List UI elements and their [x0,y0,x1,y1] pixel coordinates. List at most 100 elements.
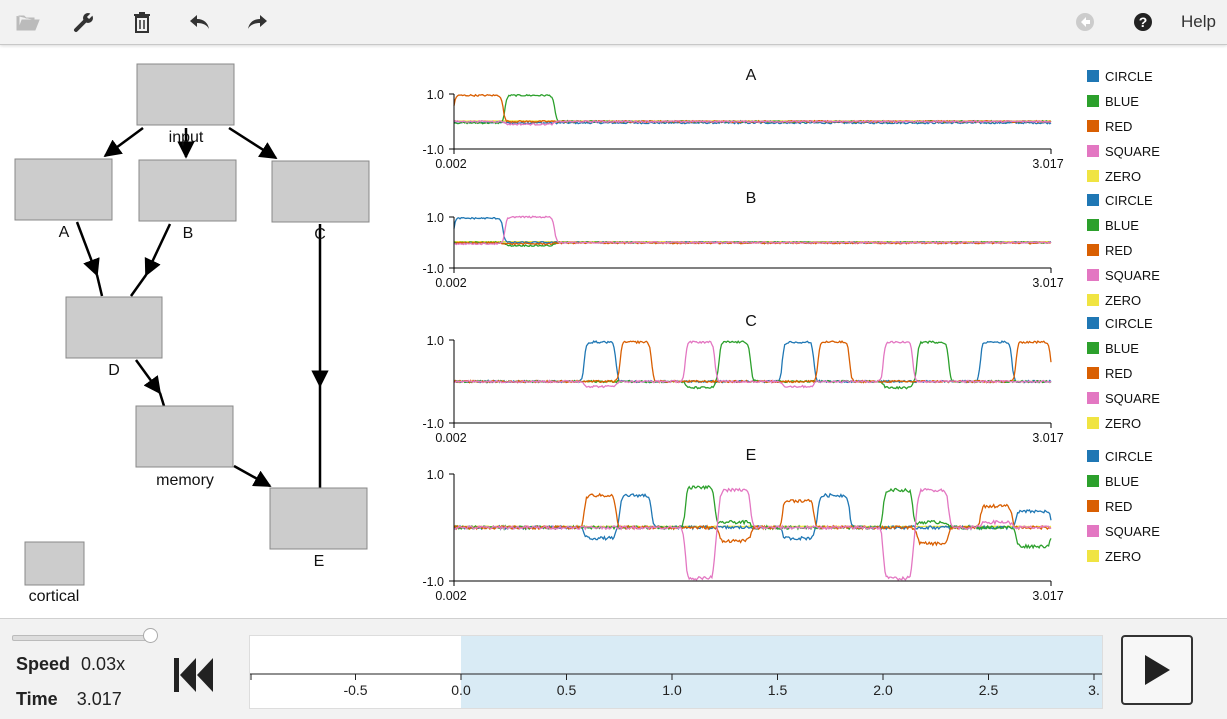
y-tick-label: 1.0 [427,468,444,482]
legend-swatch-red [1087,367,1099,379]
time-value: 3.017 [77,689,122,709]
node-E[interactable] [270,488,367,549]
node-memory[interactable] [136,406,233,467]
back-button[interactable] [1068,6,1102,38]
legend-swatch-circle [1087,317,1099,329]
help-button[interactable]: ? [1126,6,1160,38]
timeline[interactable]: -0.50.00.51.01.52.02.53. [249,635,1103,709]
legend-swatch-square [1087,145,1099,157]
series-line-circle [454,218,1051,244]
skip-to-start-icon [172,655,216,695]
config-button[interactable] [67,6,101,38]
node-label-E: E [314,553,325,570]
series-line-blue [454,95,1051,124]
charts-panel: A1.0-1.00.0023.017CIRCLEBLUEREDSQUAREZER… [422,67,1160,603]
node-D[interactable] [66,297,162,358]
legend-label-red: RED [1105,366,1132,381]
node-label-input: input [169,129,204,146]
x-tick-label: 3.017 [1032,589,1063,603]
undo-button[interactable] [183,6,217,38]
legend-label-circle: CIRCLE [1105,193,1153,208]
help-link[interactable]: Help [1181,12,1216,32]
legend-swatch-blue [1087,219,1099,231]
legend-swatch-zero [1087,170,1099,182]
legend-swatch-zero [1087,417,1099,429]
open-file-button[interactable] [11,6,45,38]
legend-label-blue: BLUE [1105,218,1139,233]
wrench-icon [73,11,95,33]
y-tick-label: -1.0 [422,143,444,157]
timeline-tick-label: 1.5 [768,682,788,698]
edge-A-D-tail [97,275,102,296]
svg-text:?: ? [1139,14,1148,30]
legend-swatch-blue [1087,95,1099,107]
node-input[interactable] [137,64,234,125]
toolbar: ? Help [0,0,1227,45]
chart-title: A [746,67,757,84]
edge-input-C [229,128,276,158]
legend-swatch-square [1087,525,1099,537]
x-tick-label: 0.002 [435,589,466,603]
node-A[interactable] [15,159,112,220]
timeline-tick-label: 1.0 [662,682,682,698]
speed-slider-thumb[interactable] [143,628,158,643]
series-line-square [454,341,1051,387]
node-label-A: A [59,224,70,241]
legend-swatch-zero [1087,550,1099,562]
chart-title: B [746,190,757,207]
play-button[interactable] [1121,635,1193,705]
y-tick-label: -1.0 [422,575,444,589]
y-tick-label: 1.0 [427,88,444,102]
timeline-tick-label: 3. [1088,682,1100,698]
x-tick-label: 0.002 [435,276,466,290]
back-circle-icon [1075,12,1095,32]
legend-label-zero: ZERO [1105,293,1141,308]
chart-A: A1.0-1.00.0023.017CIRCLEBLUEREDSQUAREZER… [422,67,1160,184]
speed-readout: Speed 0.03x [16,654,125,675]
legend-label-blue: BLUE [1105,474,1139,489]
edge-B-D [146,224,170,275]
legend-label-square: SQUARE [1105,524,1160,539]
speed-slider-track[interactable] [12,635,154,641]
legend-swatch-circle [1087,450,1099,462]
timeline-tick-label: 2.0 [873,682,893,698]
node-B[interactable] [139,160,236,221]
node-C[interactable] [272,161,369,222]
chart-title: E [746,447,757,464]
legend-label-square: SQUARE [1105,144,1160,159]
legend-label-blue: BLUE [1105,341,1139,356]
legend-label-zero: ZERO [1105,416,1141,431]
x-tick-label: 3.017 [1032,276,1063,290]
y-tick-label: 1.0 [427,211,444,225]
chart-B: B1.0-1.00.0023.017CIRCLEBLUEREDSQUAREZER… [422,190,1160,308]
delete-button[interactable] [125,6,159,38]
x-tick-label: 0.002 [435,157,466,171]
main-canvas: inputABCDmemoryEcortical A1.0-1.00.0023.… [0,46,1227,618]
legend-swatch-circle [1087,70,1099,82]
edge-B-D-tail [131,275,146,296]
node-label-B: B [183,225,194,242]
legend-label-red: RED [1105,499,1132,514]
redo-button[interactable] [240,6,274,38]
legend-label-circle: CIRCLE [1105,316,1153,331]
edge-memory-E [234,466,270,486]
node-cortical[interactable] [25,542,84,585]
playback-controls: Speed 0.03x Time 3.017 -0.50.00.51.01.52… [0,618,1227,719]
legend-swatch-red [1087,120,1099,132]
folder-open-icon [16,12,40,32]
edge-D-memory-tail [160,393,164,406]
legend-swatch-blue [1087,342,1099,354]
time-label: Time [16,689,58,709]
question-circle-icon: ? [1133,12,1153,32]
rewind-button[interactable] [172,655,216,695]
timeline-tick-label: 2.5 [979,682,999,698]
network-graph: inputABCDmemoryEcortical [15,64,369,605]
series-line-square [454,216,1051,244]
node-label-C: C [314,226,326,243]
series-line-red [454,95,1051,123]
legend-swatch-zero [1087,294,1099,306]
legend-label-square: SQUARE [1105,268,1160,283]
node-label-D: D [108,362,120,379]
edge-A-D [77,222,97,275]
legend-swatch-square [1087,269,1099,281]
